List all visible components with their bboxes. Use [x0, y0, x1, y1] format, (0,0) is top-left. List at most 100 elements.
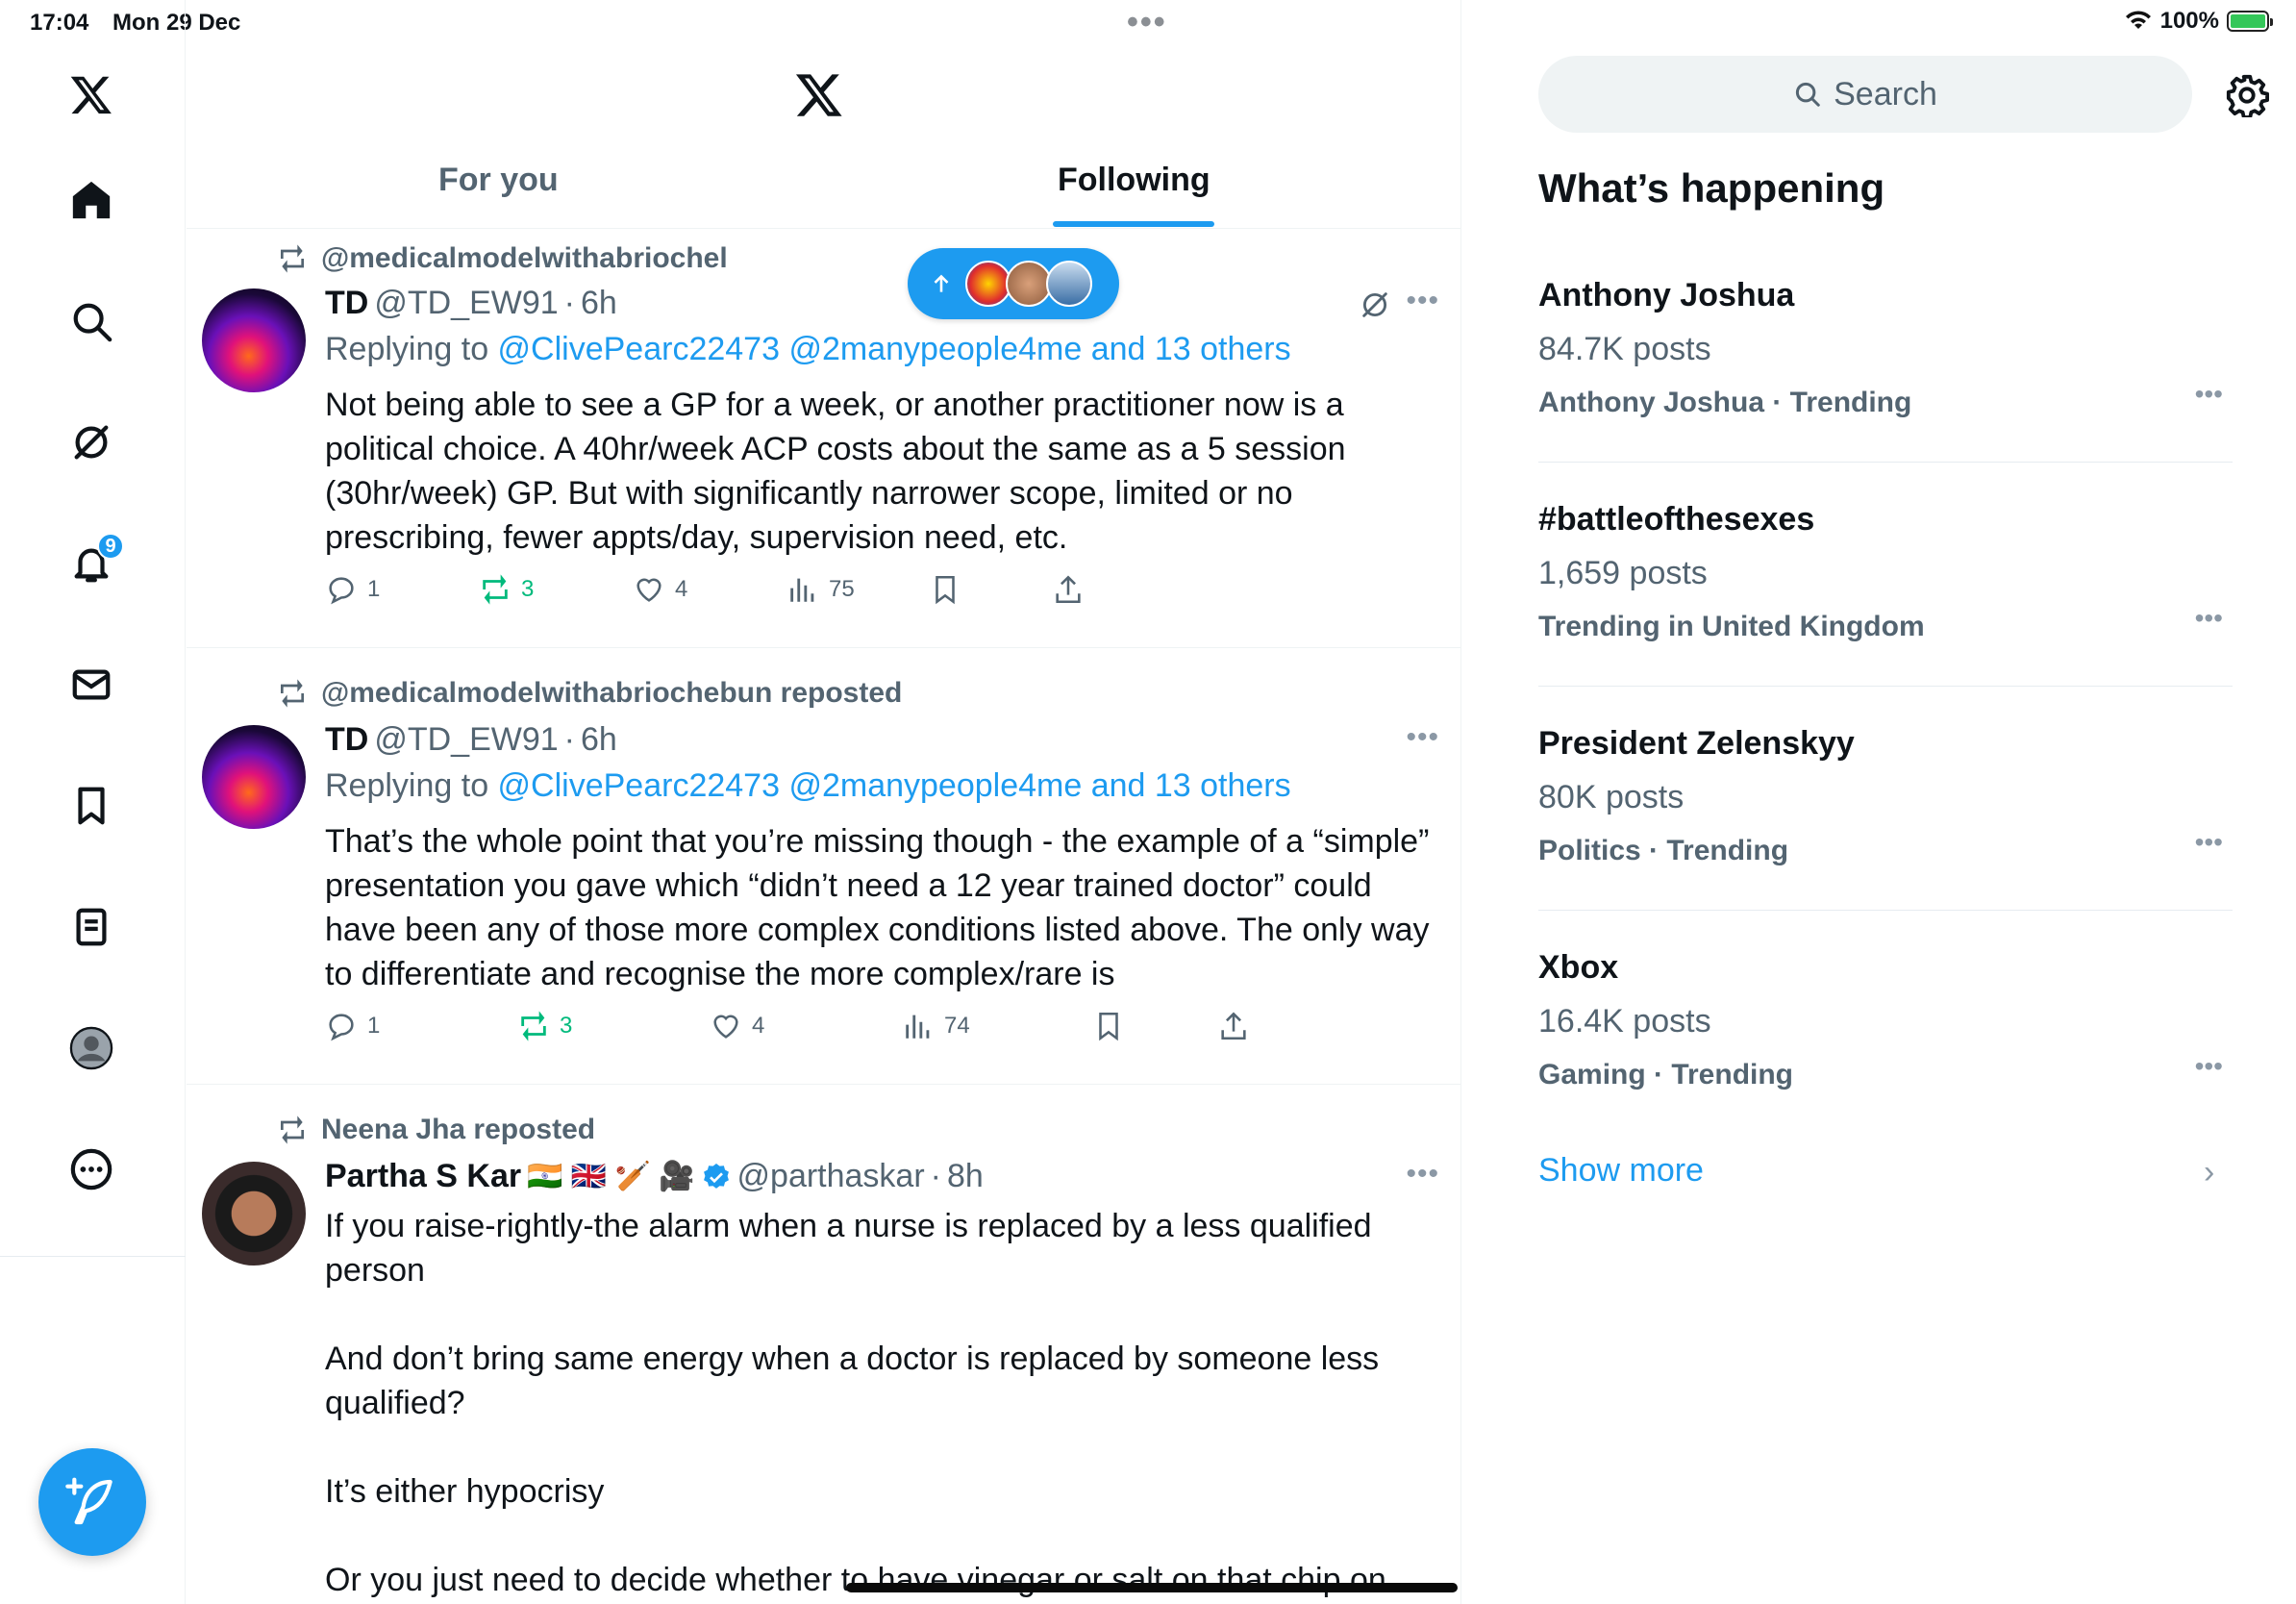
chevron-right-icon[interactable]: › [2204, 1154, 2214, 1191]
avatar[interactable] [202, 288, 306, 392]
views-button[interactable]: 74 [902, 1010, 970, 1042]
trend-meta: Anthony Joshua · Trending [1538, 387, 1912, 418]
more-options-icon[interactable] [53, 1131, 130, 1208]
home-icon[interactable] [53, 162, 130, 238]
x-header-logo-icon[interactable] [794, 69, 844, 119]
like-count: 4 [675, 576, 688, 602]
repost-indicator[interactable]: @medicalmodelwithabriochel [277, 242, 728, 275]
trend-count: 16.4K posts [1538, 1003, 1711, 1040]
search-placeholder: Search [1834, 75, 1937, 113]
post-more-icon[interactable]: ••• [1406, 721, 1439, 754]
messages-envelope-icon[interactable] [53, 646, 130, 723]
trend-item[interactable]: #battleofthesexes 1,659 posts Trending i… [1538, 501, 2233, 724]
replying-prefix: Replying to [325, 331, 498, 367]
repost-indicator[interactable]: Neena Jha reposted [277, 1114, 595, 1146]
trend-count: 84.7K posts [1538, 331, 1711, 367]
post-actions: 1 3 4 74 [325, 1010, 1286, 1048]
compose-post-button[interactable] [38, 1448, 146, 1556]
post-time[interactable]: 8h [947, 1158, 984, 1195]
like-button[interactable]: 4 [633, 573, 687, 606]
trend-item[interactable]: Anthony Joshua 84.7K posts Anthony Joshu… [1538, 277, 2233, 500]
tab-for-you[interactable]: For you [438, 162, 559, 199]
arrow-up-icon [934, 274, 949, 292]
trend-count: 1,659 posts [1538, 555, 1708, 591]
repost-icon [281, 244, 304, 273]
gear-icon[interactable] [2225, 73, 2269, 117]
repost-button[interactable]: 3 [517, 1010, 572, 1042]
post-actions: 1 3 4 75 [325, 573, 1190, 612]
author-handle[interactable]: @TD_EW91 [374, 285, 558, 322]
author-name[interactable]: Partha S Kar [325, 1158, 521, 1195]
grok-icon[interactable] [1359, 288, 1391, 321]
reply-to-links[interactable]: @ClivePearc22473 @2manypeople4me and 13 … [498, 331, 1291, 367]
avatar[interactable] [202, 725, 306, 829]
reply-count: 1 [367, 576, 381, 602]
notifications-bell-icon[interactable]: 9 [53, 525, 130, 602]
trend-item[interactable]: President Zelenskyy 80K posts Politics ·… [1538, 725, 2233, 948]
post-author-line: TD @TD_EW91 · 6h [325, 721, 617, 759]
search-icon[interactable] [53, 283, 130, 360]
post-divider [187, 647, 1461, 648]
trend-more-icon[interactable]: ••• [2195, 603, 2223, 634]
search-icon [1796, 82, 1820, 107]
post-more-icon[interactable]: ••• [1406, 285, 1439, 317]
heart-icon [713, 1015, 738, 1039]
views-button[interactable]: 75 [786, 573, 855, 606]
bookmarks-icon[interactable] [53, 767, 130, 844]
trend-item[interactable]: Xbox 16.4K posts Gaming · Trending ••• [1538, 949, 2233, 1122]
grok-icon[interactable] [53, 404, 130, 481]
bookmark-button[interactable] [1092, 1010, 1125, 1042]
bookmark-button[interactable] [929, 573, 961, 606]
replying-prefix: Replying to [325, 767, 498, 804]
x-logo-icon[interactable] [53, 56, 130, 133]
trend-title: Xbox [1538, 949, 1619, 986]
post-divider [187, 1084, 1461, 1085]
show-more-link[interactable]: Show more [1538, 1152, 1704, 1190]
trend-more-icon[interactable]: ••• [2195, 1051, 2223, 1082]
bookmark-icon [936, 575, 955, 605]
post-more-icon[interactable]: ••• [1406, 1158, 1439, 1190]
author-handle[interactable]: @TD_EW91 [374, 721, 558, 759]
share-button[interactable] [1217, 1010, 1250, 1042]
trend-title: Anthony Joshua [1538, 277, 1795, 313]
avatar[interactable] [202, 1162, 306, 1266]
reply-icon [329, 1014, 354, 1041]
repost-count: 3 [521, 576, 535, 602]
replying-to: Replying to @ClivePearc22473 @2manypeopl… [325, 331, 1291, 368]
repost-icon [483, 574, 508, 605]
repost-button[interactable]: 3 [479, 573, 534, 606]
reply-icon [329, 577, 354, 605]
views-bar-chart-icon [790, 578, 814, 602]
separator-dot: · [563, 721, 575, 758]
trend-more-icon[interactable]: ••• [2195, 827, 2223, 858]
notifications-badge: 9 [97, 533, 124, 560]
reply-button[interactable]: 1 [325, 1010, 380, 1042]
views-count: 74 [944, 1013, 970, 1039]
post-paragraph: And don’t bring same energy when a docto… [325, 1341, 1380, 1421]
new-posts-pill[interactable] [908, 248, 1119, 319]
share-button[interactable] [1052, 573, 1085, 606]
lists-icon[interactable] [53, 889, 130, 965]
separator-dot: · [930, 1158, 941, 1194]
post-text: If you raise-rightly-the alarm when a nu… [325, 1204, 1431, 1602]
profile-avatar-icon[interactable] [53, 1010, 130, 1087]
tab-following[interactable]: Following [1058, 162, 1210, 199]
search-input[interactable]: Search [1538, 56, 2192, 133]
trend-title: President Zelenskyy [1538, 725, 1855, 762]
post-time[interactable]: 6h [581, 285, 617, 322]
repost-indicator[interactable]: @medicalmodelwithabriochebun reposted [277, 677, 902, 710]
reply-to-links[interactable]: @ClivePearc22473 @2manypeople4me and 13 … [498, 767, 1291, 804]
repost-by: @medicalmodelwithabriochebun reposted [321, 677, 903, 709]
like-button[interactable]: 4 [710, 1010, 764, 1042]
author-name[interactable]: TD [325, 721, 368, 759]
trend-meta: Politics · Trending [1538, 835, 1789, 866]
post-time[interactable]: 6h [581, 721, 617, 759]
reply-button[interactable]: 1 [325, 573, 380, 606]
feather-plus-icon [65, 1477, 112, 1525]
trend-divider [1538, 910, 2233, 911]
share-icon [1056, 575, 1081, 604]
trend-more-icon[interactable]: ••• [2195, 379, 2223, 410]
author-handle[interactable]: @parthaskar [737, 1158, 925, 1195]
author-name[interactable]: TD [325, 285, 368, 322]
home-indicator[interactable] [846, 1583, 1458, 1592]
